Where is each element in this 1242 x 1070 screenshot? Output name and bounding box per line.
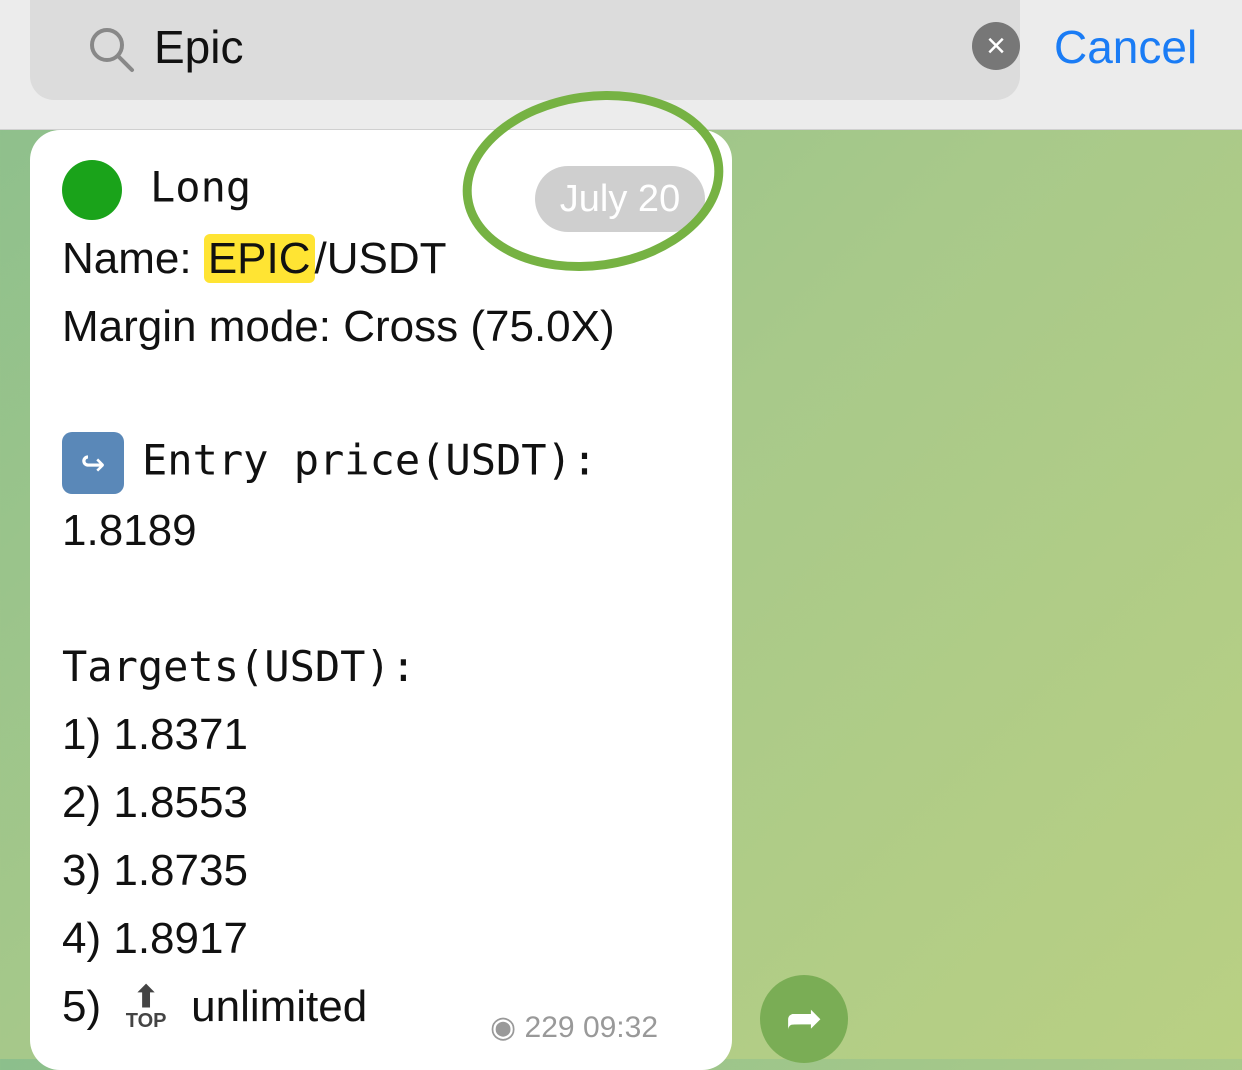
targets-label: Targets(USDT): xyxy=(62,642,417,691)
entry-label: Entry price(USDT): xyxy=(142,435,598,485)
message-time: 09:32 xyxy=(582,1011,659,1044)
search-field[interactable]: Epic × xyxy=(30,0,1020,100)
direction-text: Long xyxy=(150,162,252,212)
direction-line: Long xyxy=(62,160,251,220)
target-2: 2) 1.8553 xyxy=(62,778,248,827)
cancel-button[interactable]: Cancel xyxy=(1054,20,1197,74)
top-badge: TOP xyxy=(125,1009,167,1032)
target-5-num: 5) xyxy=(62,982,102,1031)
search-input[interactable]: Epic xyxy=(154,20,243,74)
name-rest: /USDT xyxy=(314,234,447,283)
search-icon xyxy=(90,28,134,72)
return-arrow-icon: ↪ xyxy=(62,432,124,494)
message-bubble[interactable]: Long Name: EPIC/USDT Margin mode: Cross … xyxy=(30,130,732,1070)
clear-search-button[interactable]: × xyxy=(972,22,1020,70)
target-4: 4) 1.8917 xyxy=(62,914,248,963)
message-meta: ◉ 229 09:32 xyxy=(490,1010,658,1045)
search-highlight: EPIC xyxy=(203,234,315,283)
share-arrow-icon: ➦ xyxy=(785,994,823,1043)
target-1: 1) 1.8371 xyxy=(62,710,248,759)
entry-line: ↪ Entry price(USDT): xyxy=(62,432,597,494)
target-3: 3) 1.8735 xyxy=(62,846,248,895)
green-circle-icon xyxy=(62,160,122,220)
target-5-value: unlimited xyxy=(191,982,368,1031)
eye-icon: ◉ xyxy=(490,1011,517,1044)
name-line: Name: EPIC/USDT xyxy=(62,234,447,284)
top-arrow-icon: ⬆ TOP xyxy=(125,980,167,1032)
target-5: 5) ⬆ TOP unlimited xyxy=(62,982,367,1032)
entry-value: 1.8189 xyxy=(62,506,197,555)
name-label: Name: xyxy=(62,234,204,283)
margin-line: Margin mode: Cross (75.0X) xyxy=(62,302,615,351)
view-count: 229 xyxy=(524,1011,575,1044)
share-button[interactable]: ➦ xyxy=(760,975,848,1063)
